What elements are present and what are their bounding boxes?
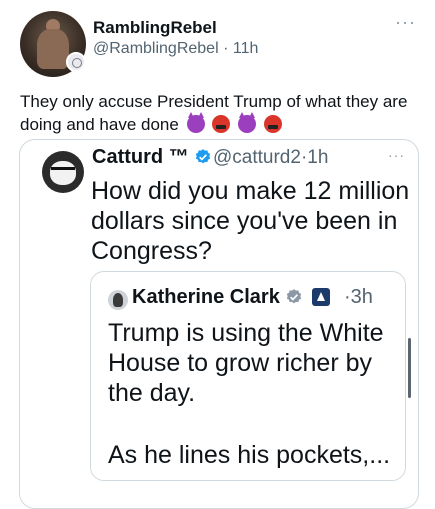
quoted-timestamp[interactable]: 1h bbox=[307, 147, 328, 168]
smiling-devil-icon: smiling-devil bbox=[238, 112, 257, 133]
nested-post-text-continued: As he lines his pockets,... bbox=[108, 441, 391, 469]
nested-timestamp[interactable]: 3h bbox=[351, 286, 373, 308]
quoted-avatar[interactable] bbox=[42, 151, 84, 193]
verified-badge-icon bbox=[287, 289, 302, 304]
scrollbar[interactable] bbox=[408, 338, 411, 398]
cursing-face-icon: cursing-face bbox=[212, 115, 231, 133]
quoted-more-icon[interactable]: ··· bbox=[388, 147, 405, 163]
nested-time[interactable]: ·3h bbox=[344, 286, 373, 309]
separator: · bbox=[344, 286, 351, 308]
avatar-torso bbox=[37, 29, 69, 69]
nested-post-text: Trump is using the White House to grow r… bbox=[108, 319, 384, 407]
smiling-devil-icon: smiling-devil bbox=[186, 112, 205, 133]
display-name[interactable]: RamblingRebel bbox=[93, 18, 217, 38]
post-text: They only accuse President Trump of what… bbox=[20, 90, 420, 136]
nested-name-text: Katherine Clark bbox=[132, 286, 280, 308]
nested-display-name[interactable]: Katherine Clark bbox=[132, 286, 330, 309]
more-options-icon[interactable]: ··· bbox=[395, 12, 416, 33]
cat-face bbox=[50, 161, 76, 185]
separator: · bbox=[223, 40, 229, 57]
quoted-handle-and-time[interactable]: @catturd2·1h bbox=[213, 147, 328, 169]
glasses bbox=[51, 167, 75, 173]
nested-avatar[interactable] bbox=[108, 290, 128, 310]
timestamp[interactable]: 11h bbox=[233, 40, 259, 57]
affiliation-badge-icon bbox=[66, 52, 86, 72]
quoted-post-text: How did you make 12 million dollars sinc… bbox=[91, 177, 410, 265]
handle-and-time[interactable]: @RamblingRebel · 11h bbox=[93, 40, 258, 58]
cursing-face-icon: cursing-face bbox=[263, 115, 282, 133]
quoted-display-name[interactable]: Catturd ™ bbox=[92, 146, 212, 169]
quoted-handle[interactable]: @catturd2 bbox=[213, 147, 301, 168]
verified-badge-icon bbox=[196, 149, 211, 164]
quoted-name-text: Catturd ™ bbox=[92, 146, 189, 168]
government-affiliation-icon bbox=[311, 288, 330, 306]
handle[interactable]: @RamblingRebel bbox=[93, 40, 219, 57]
